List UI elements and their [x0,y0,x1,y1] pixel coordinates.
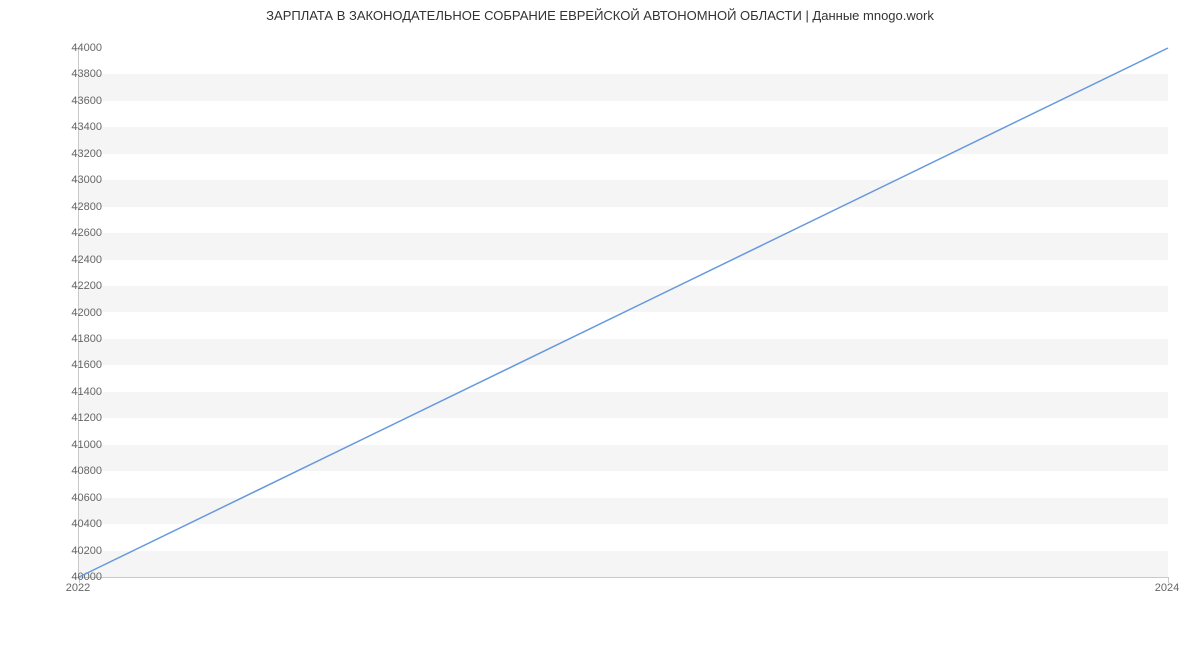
salary-line [79,48,1168,577]
plot-area [78,48,1168,578]
x-tick-label: 2022 [66,582,90,594]
line-series [79,48,1168,577]
chart-title: ЗАРПЛАТА В ЗАКОНОДАТЕЛЬНОЕ СОБРАНИЕ ЕВРЕ… [0,8,1200,23]
line-chart: ЗАРПЛАТА В ЗАКОНОДАТЕЛЬНОЕ СОБРАНИЕ ЕВРЕ… [0,0,1200,620]
x-tick-label: 2024 [1155,582,1179,594]
